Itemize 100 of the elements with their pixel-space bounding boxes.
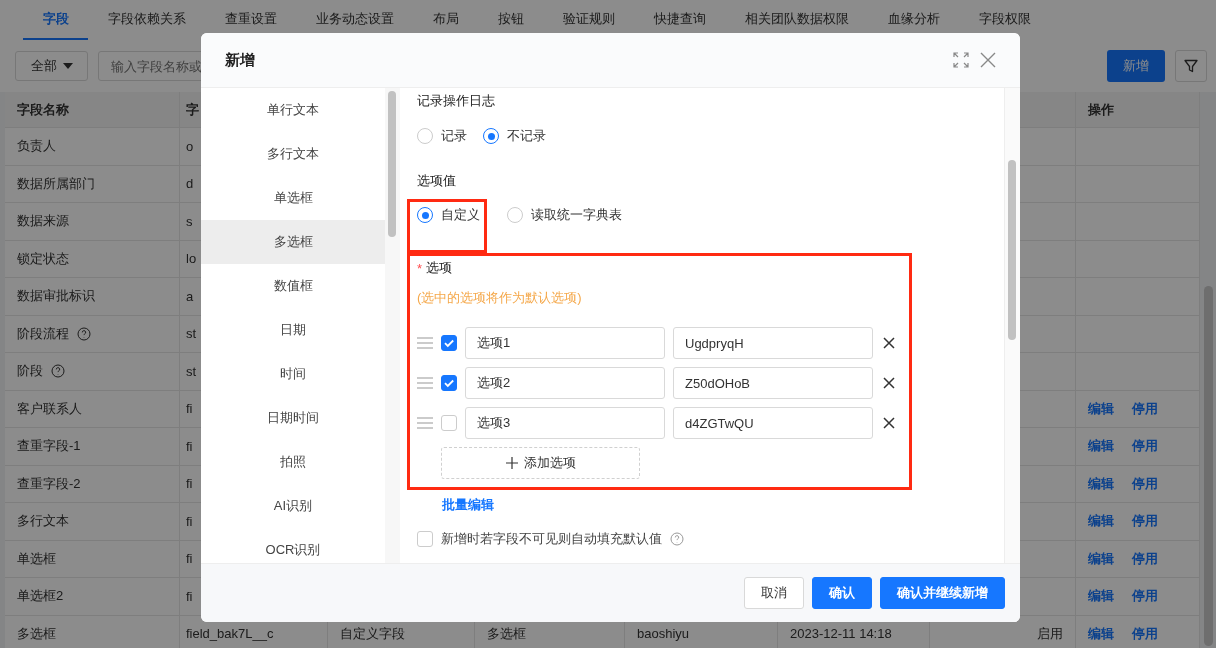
table-action-link[interactable]: 停用 bbox=[1132, 624, 1158, 643]
table-action-link[interactable]: 编辑 bbox=[1088, 587, 1114, 606]
tab[interactable]: 字段依赖关系 bbox=[88, 0, 205, 40]
option-label-field[interactable]: 选项2 bbox=[465, 367, 665, 399]
table-cell: 数据审批标识 bbox=[17, 287, 95, 306]
checkbox[interactable] bbox=[441, 415, 457, 431]
option-value-field[interactable]: Z50dOHoB bbox=[673, 367, 873, 399]
table-action-link[interactable]: 停用 bbox=[1132, 587, 1158, 606]
field-type-item[interactable]: 日期时间 bbox=[201, 396, 385, 440]
table-cell: st bbox=[186, 326, 197, 342]
table-action-link[interactable]: 停用 bbox=[1132, 512, 1158, 531]
field-type-item[interactable]: 单行文本 bbox=[201, 88, 385, 132]
help-icon[interactable] bbox=[77, 326, 91, 341]
drag-handle-icon[interactable] bbox=[417, 337, 433, 349]
checkbox[interactable] bbox=[441, 375, 457, 391]
radio-option[interactable]: 读取统一字典表 bbox=[497, 199, 629, 253]
table-cell: 锁定状态 bbox=[17, 249, 69, 268]
table-cell: 数据所属部门 bbox=[17, 174, 95, 193]
table-cell: fi bbox=[186, 551, 193, 567]
table-cell: 多选框 bbox=[17, 624, 56, 643]
table-action-link[interactable]: 编辑 bbox=[1088, 474, 1114, 493]
field-type-item[interactable]: 时间 bbox=[201, 352, 385, 396]
radio-option[interactable]: 不记录 bbox=[483, 127, 546, 145]
table-cell: baoshiyu bbox=[637, 626, 690, 642]
column-header: 操作 bbox=[1088, 100, 1114, 119]
cancel-button[interactable]: 取消 bbox=[744, 577, 804, 609]
option-value-field[interactable]: UgdpryqH bbox=[673, 327, 873, 359]
plus-icon bbox=[505, 457, 518, 469]
table-action-link[interactable]: 停用 bbox=[1132, 474, 1158, 493]
field-type-item[interactable]: 拍照 bbox=[201, 440, 385, 484]
table-cell: 自定义字段 bbox=[340, 624, 405, 643]
expand-icon[interactable] bbox=[953, 52, 969, 68]
filter-icon bbox=[1183, 58, 1199, 74]
help-icon[interactable] bbox=[51, 364, 65, 379]
table-cell: s bbox=[186, 213, 193, 229]
table-cell: 阶段 bbox=[17, 362, 43, 381]
table-cell: fi bbox=[186, 588, 193, 604]
close-icon[interactable] bbox=[883, 337, 895, 349]
option-label-field[interactable]: 选项1 bbox=[465, 327, 665, 359]
table-cell: 单选框 bbox=[17, 549, 56, 568]
required-mark: * bbox=[417, 260, 423, 276]
table-cell: 2023-12-11 14:18 bbox=[790, 626, 892, 642]
table-cell: 多行文本 bbox=[17, 512, 69, 531]
table-cell: 客户联系人 bbox=[17, 399, 82, 418]
field-type-item[interactable]: 多行文本 bbox=[201, 132, 385, 176]
table-action-link[interactable]: 停用 bbox=[1132, 549, 1158, 568]
table-action-link[interactable]: 停用 bbox=[1132, 437, 1158, 456]
field-type-item[interactable]: AI识别 bbox=[201, 484, 385, 528]
field-type-item[interactable]: 单选框 bbox=[201, 176, 385, 220]
table-cell: o bbox=[186, 138, 194, 154]
table-cell: a bbox=[186, 288, 194, 304]
table-action-link[interactable]: 编辑 bbox=[1088, 549, 1114, 568]
filter-dropdown[interactable]: 全部 bbox=[15, 51, 88, 81]
close-icon[interactable] bbox=[883, 377, 895, 389]
scrollbar[interactable] bbox=[388, 91, 396, 237]
table-action-link[interactable]: 编辑 bbox=[1088, 399, 1114, 418]
field-type-item[interactable]: 数值框 bbox=[201, 264, 385, 308]
add-option-button[interactable]: 添加选项 bbox=[441, 447, 640, 479]
form-label: 选项 bbox=[426, 259, 453, 277]
scrollbar[interactable] bbox=[1008, 160, 1016, 340]
table-cell: st bbox=[186, 363, 197, 379]
option-label-field[interactable]: 选项3 bbox=[465, 407, 665, 439]
help-icon[interactable] bbox=[670, 532, 684, 546]
caret-icon bbox=[62, 63, 73, 69]
form-label: 记录操作日志 bbox=[417, 93, 495, 109]
field-type-item[interactable]: 日期 bbox=[201, 308, 385, 352]
table-action-link[interactable]: 编辑 bbox=[1088, 437, 1114, 456]
close-icon[interactable] bbox=[883, 417, 895, 429]
radio-option[interactable]: 自定义 bbox=[407, 199, 487, 253]
bulk-edit-link[interactable]: 批量编辑 bbox=[442, 496, 494, 514]
table-cell: 单选框2 bbox=[17, 587, 64, 606]
new-button[interactable]: 新增 bbox=[1107, 50, 1165, 82]
table-cell: 启用 bbox=[1037, 624, 1063, 643]
column-header: 字 bbox=[186, 100, 199, 119]
field-type-item[interactable]: 多选框 bbox=[201, 220, 385, 264]
table-action-link[interactable]: 编辑 bbox=[1088, 512, 1114, 531]
column-header: 字段名称 bbox=[17, 100, 69, 119]
confirm-button[interactable]: 确认并继续新增 bbox=[880, 577, 1005, 609]
table-cell: 数据来源 bbox=[17, 212, 69, 231]
hint-text: (选中的选项将作为默认选项) bbox=[417, 289, 583, 307]
table-action-link[interactable]: 编辑 bbox=[1088, 624, 1114, 643]
table-action-link[interactable]: 停用 bbox=[1132, 399, 1158, 418]
option-value-field[interactable]: d4ZGTwQU bbox=[673, 407, 873, 439]
checkbox[interactable] bbox=[441, 335, 457, 351]
dialog-title: 新增 bbox=[225, 50, 255, 70]
field-type-item[interactable]: OCR识别 bbox=[201, 528, 385, 563]
drag-handle-icon[interactable] bbox=[417, 417, 433, 429]
radio-option[interactable]: 记录 bbox=[417, 127, 467, 145]
confirm-button[interactable]: 确认 bbox=[812, 577, 872, 609]
drag-handle-icon[interactable] bbox=[417, 377, 433, 389]
table-cell: fi bbox=[186, 513, 193, 529]
form-label: 选项值 bbox=[417, 173, 456, 189]
filter-button[interactable] bbox=[1175, 50, 1207, 82]
table-cell: field_bak7L__c bbox=[186, 626, 274, 642]
checkbox-label: 新增时若字段不可见则自动填充默认值 bbox=[441, 530, 662, 548]
table-cell: 多选框 bbox=[487, 624, 526, 643]
table-cell: lo bbox=[186, 251, 197, 267]
table-cell: 负责人 bbox=[17, 137, 56, 156]
checkbox[interactable] bbox=[417, 531, 433, 547]
scrollbar[interactable] bbox=[1204, 286, 1213, 646]
